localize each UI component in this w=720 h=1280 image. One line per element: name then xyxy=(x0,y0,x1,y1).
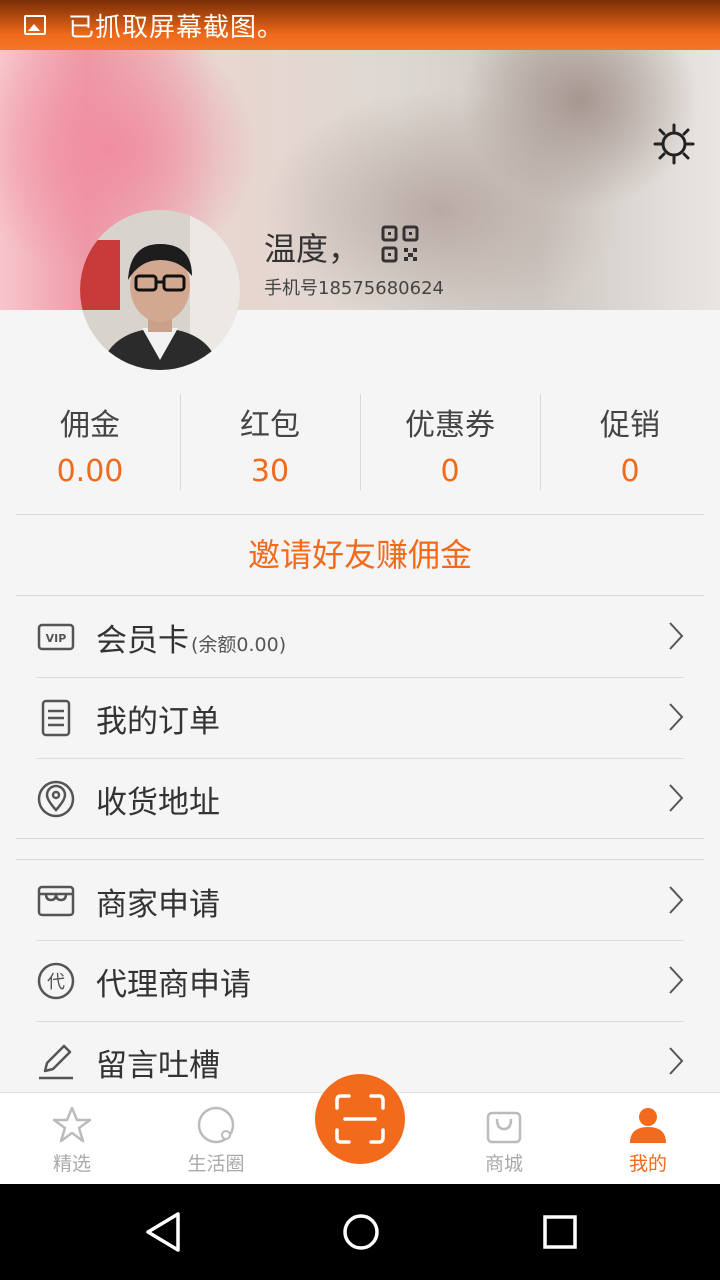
shopping-bag-icon xyxy=(486,1111,522,1144)
tab-mall[interactable]: 商城 xyxy=(444,1093,564,1185)
status-bar: 已抓取屏幕截图。 xyxy=(0,0,720,50)
stat-value: 0 xyxy=(620,454,640,489)
stat-commission[interactable]: 佣金 0.00 xyxy=(0,390,180,494)
stat-value: 30 xyxy=(250,454,290,489)
tab-mine[interactable]: 我的 xyxy=(588,1093,708,1185)
tab-label: 商城 xyxy=(484,1153,523,1175)
svg-text:代: 代 xyxy=(47,972,65,993)
recents-icon[interactable] xyxy=(536,1208,584,1256)
tab-featured[interactable]: 精选 xyxy=(12,1093,132,1185)
menu-item-my-orders[interactable]: 我的订单 xyxy=(0,678,720,758)
stat-promotion[interactable]: 促销 0 xyxy=(540,390,720,494)
menu-item-merchant-apply[interactable]: 商家申请 xyxy=(0,861,720,941)
qr-code-icon[interactable] xyxy=(380,224,420,264)
image-icon xyxy=(24,15,46,35)
divider xyxy=(16,838,704,839)
stat-value: 0 xyxy=(440,454,460,489)
tab-life-circle[interactable]: 生活圈 xyxy=(156,1093,276,1185)
tab-label: 精选 xyxy=(52,1153,91,1175)
stat-coupon[interactable]: 优惠券 0 xyxy=(360,390,540,494)
scan-button[interactable] xyxy=(315,1074,405,1164)
pencil-icon xyxy=(39,1044,73,1080)
divider xyxy=(16,859,704,860)
menu-label: 商家申请 xyxy=(96,886,220,923)
stat-red-packet[interactable]: 红包 30 xyxy=(180,390,360,494)
stat-label: 促销 xyxy=(600,408,660,443)
store-icon xyxy=(37,885,75,917)
menu-label: 代理商申请 xyxy=(96,966,251,1003)
tab-label: 我的 xyxy=(628,1153,667,1175)
stat-value: 0.00 xyxy=(56,454,124,489)
svg-text:VIP: VIP xyxy=(46,632,67,645)
location-pin-icon xyxy=(37,780,75,818)
menu-sub-label: (余额0.00) xyxy=(191,633,287,656)
tab-label: 生活圈 xyxy=(187,1153,245,1175)
menu-label: 会员卡 (余额0.00) xyxy=(96,622,287,659)
user-name: 温度， xyxy=(264,230,361,268)
chevron-right-icon xyxy=(669,703,684,731)
stat-label: 佣金 xyxy=(60,408,120,443)
star-icon xyxy=(52,1106,92,1143)
stats-row: 佣金 0.00 红包 30 优惠券 0 促销 0 xyxy=(0,390,720,494)
gear-icon[interactable] xyxy=(652,122,696,166)
invite-friends-button[interactable]: 邀请好友赚佣金 xyxy=(0,515,720,595)
home-icon[interactable] xyxy=(337,1208,385,1256)
chevron-right-icon xyxy=(669,966,684,994)
menu-item-agent-apply[interactable]: 代 代理商申请 xyxy=(0,941,720,1021)
menu-label: 收货地址 xyxy=(96,784,220,821)
status-text: 已抓取屏幕截图。 xyxy=(68,12,285,43)
user-phone: 手机号18575680624 xyxy=(264,278,444,299)
system-navigation-bar xyxy=(0,1184,720,1280)
vip-card-icon: VIP xyxy=(37,623,75,651)
avatar[interactable] xyxy=(80,210,240,370)
stat-label: 红包 xyxy=(240,408,300,443)
menu-label: 我的订单 xyxy=(96,703,220,740)
menu-item-address[interactable]: 收货地址 xyxy=(0,759,720,839)
circle-icon xyxy=(197,1106,235,1144)
divider xyxy=(16,595,704,596)
scan-icon xyxy=(335,1094,385,1144)
agent-icon: 代 xyxy=(37,962,75,1000)
menu-label: 留言吐槽 xyxy=(96,1047,220,1084)
back-icon[interactable] xyxy=(140,1208,188,1256)
user-icon xyxy=(630,1108,666,1143)
stat-label: 优惠券 xyxy=(405,408,495,443)
chevron-right-icon xyxy=(669,1047,684,1075)
chevron-right-icon xyxy=(669,622,684,650)
order-list-icon xyxy=(41,699,71,737)
chevron-right-icon xyxy=(669,784,684,812)
chevron-right-icon xyxy=(669,886,684,914)
menu-item-vip-card[interactable]: VIP 会员卡 (余额0.00) xyxy=(0,597,720,677)
